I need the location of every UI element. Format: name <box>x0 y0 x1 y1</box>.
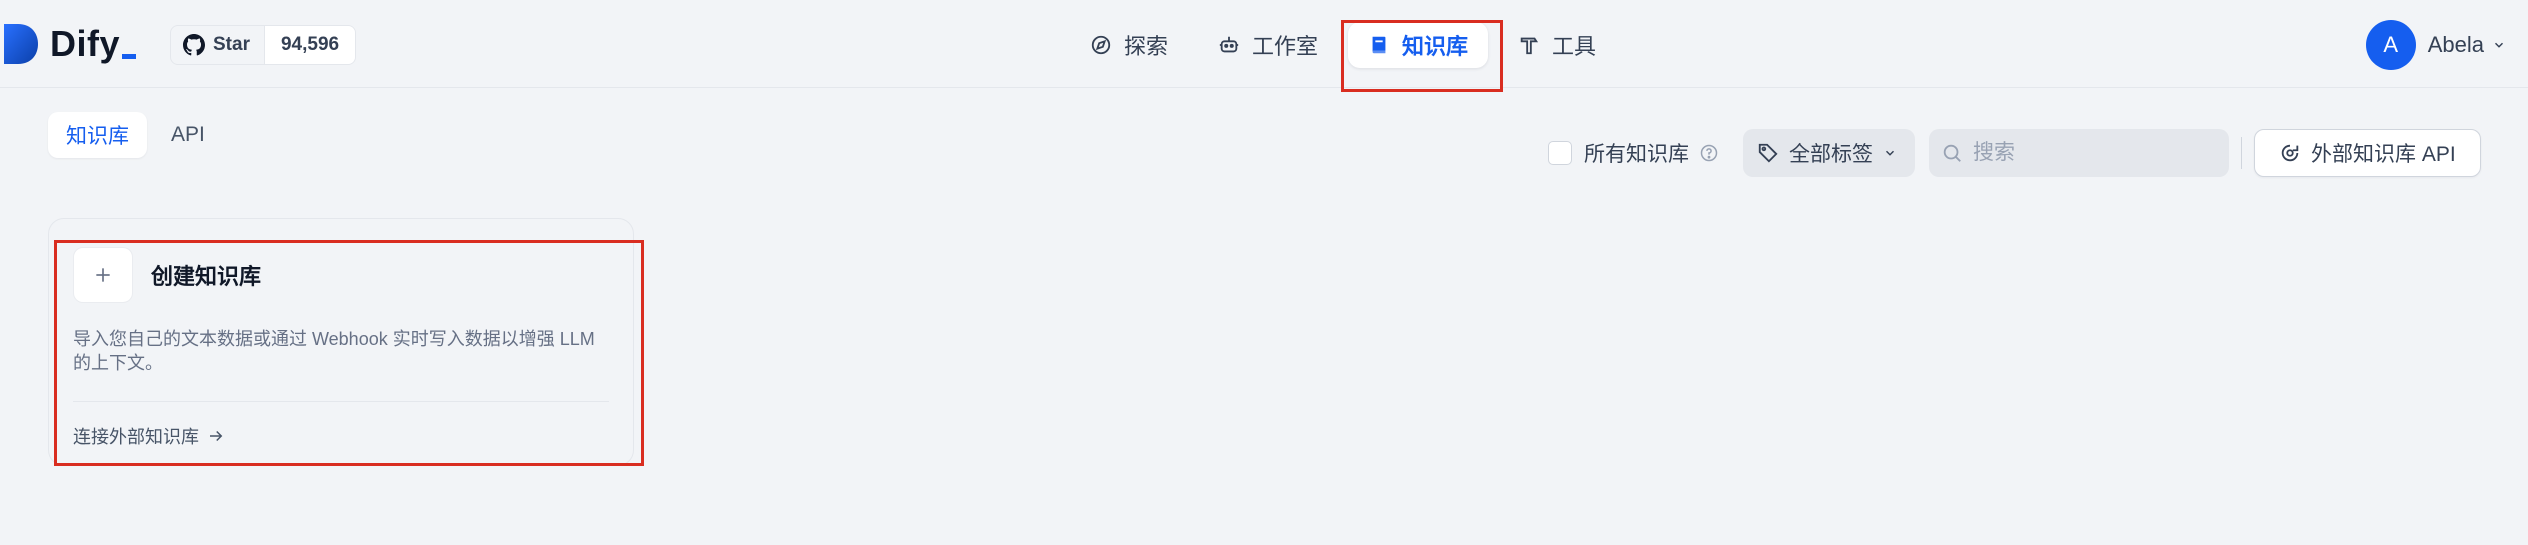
create-knowledge-header[interactable]: 创建知识库 <box>73 247 261 303</box>
knowledge-subtabs: 知识库 API <box>48 112 229 158</box>
search-input[interactable] <box>1971 140 2211 166</box>
logo-wordmark: Dify <box>50 23 121 64</box>
connect-external-link[interactable]: 连接外部知识库 <box>73 423 225 449</box>
create-knowledge-title[interactable]: 创建知识库 <box>151 259 261 291</box>
filter-bar: 所有知识库 全部标签 外部知识库 API <box>1548 129 2481 177</box>
nav-studio[interactable]: 工作室 <box>1198 22 1338 68</box>
nav-knowledge[interactable]: 知识库 <box>1348 22 1489 68</box>
nav-studio-label: 工作室 <box>1252 34 1319 59</box>
external-api-label: 外部知识库 API <box>2311 143 2456 166</box>
tag-filter-dropdown[interactable]: 全部标签 <box>1743 129 1915 177</box>
github-icon <box>183 34 205 56</box>
github-star-badge[interactable]: Star 94,596 <box>170 25 357 65</box>
external-api-button[interactable]: 外部知识库 API <box>2254 129 2481 177</box>
api-connection-icon <box>2281 144 2299 162</box>
github-star-count[interactable]: 94,596 <box>263 26 356 64</box>
search-icon <box>1943 144 1961 162</box>
main-nav: 探索 工作室 知识库 工具 <box>1070 22 1626 68</box>
connect-external-label: 连接外部知识库 <box>73 427 199 447</box>
search-box[interactable] <box>1929 129 2229 177</box>
dify-logo[interactable]: Dify <box>2 20 137 68</box>
arrow-right-icon <box>210 430 223 442</box>
user-name: Abela <box>2427 32 2484 57</box>
avatar[interactable]: A <box>2365 20 2416 70</box>
filter-divider <box>2241 137 2242 169</box>
compass-icon <box>1091 35 1111 55</box>
logo-underscore <box>122 54 137 59</box>
nav-tools[interactable]: 工具 <box>1498 22 1616 68</box>
tab-api[interactable]: API <box>153 112 223 158</box>
github-star-label: Star <box>213 34 250 55</box>
dify-logo-text: Dify <box>50 23 137 65</box>
nav-knowledge-label: 知识库 <box>1402 34 1469 59</box>
github-star-button[interactable]: Star <box>171 26 264 64</box>
tab-knowledge[interactable]: 知识库 <box>48 112 147 158</box>
tag-icon <box>1758 143 1778 163</box>
card-divider <box>73 401 609 402</box>
plus-icon <box>96 268 110 282</box>
chevron-down-icon <box>2494 42 2504 48</box>
create-knowledge-card[interactable]: 创建知识库 导入您自己的文本数据或通过 Webhook 实时写入数据以增强 LL… <box>48 218 634 466</box>
hammer-icon <box>1520 37 1539 55</box>
create-knowledge-description: 导入您自己的文本数据或通过 Webhook 实时写入数据以增强 LLM 的上下文… <box>73 329 595 373</box>
all-datasets-checkbox[interactable] <box>1548 141 1572 165</box>
chevron-down-icon <box>1885 150 1895 156</box>
robot-icon <box>1219 36 1239 53</box>
nav-explore-label: 探索 <box>1124 34 1169 59</box>
nav-tools-label: 工具 <box>1552 34 1597 59</box>
dify-logo-icon <box>2 22 40 66</box>
nav-explore[interactable]: 探索 <box>1070 22 1188 68</box>
help-circle-icon[interactable] <box>1699 143 1719 163</box>
user-menu[interactable]: A Abela <box>2365 20 2506 70</box>
create-knowledge-plus[interactable] <box>73 247 133 303</box>
all-datasets-label[interactable]: 所有知识库 <box>1584 138 1689 168</box>
book-icon <box>1372 36 1386 54</box>
top-header: Dify Star 94,596 探索 工作室 知识库 工具 A Abela <box>0 0 2528 88</box>
tag-filter-label: 全部标签 <box>1789 143 1873 166</box>
